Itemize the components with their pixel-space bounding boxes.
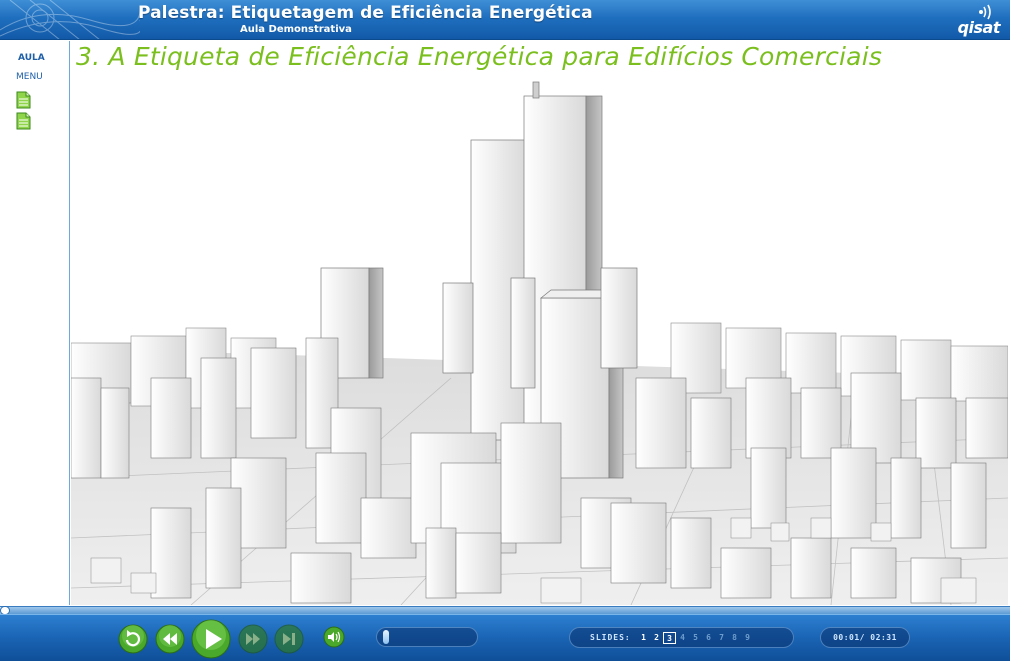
skip-to-end-button[interactable]	[274, 624, 304, 654]
time-display: 00:01/ 02:31	[820, 627, 910, 648]
slide-number-7[interactable]: 7	[715, 632, 728, 644]
slide-number-5[interactable]: 5	[689, 632, 702, 644]
rewind-button[interactable]	[155, 624, 185, 654]
player-controls-bar: SLIDES: 123456789 00:01/ 02:31	[0, 614, 1010, 661]
fast-forward-icon	[238, 624, 268, 654]
volume-icon	[323, 626, 345, 648]
document-icon	[16, 91, 31, 109]
slide-number-3[interactable]: 3	[663, 632, 676, 644]
volume-slider[interactable]	[376, 627, 478, 647]
slide-number-8[interactable]: 8	[728, 632, 741, 644]
volume-knob[interactable]	[382, 630, 389, 644]
skip-end-icon	[274, 624, 304, 654]
app-title: Palestra: Etiquetagem de Eficiência Ener…	[138, 3, 593, 23]
logo-text: qisat	[957, 18, 1001, 37]
play-button[interactable]	[191, 619, 231, 659]
slide-number-2[interactable]: 2	[650, 632, 663, 644]
document-icon	[16, 112, 31, 130]
sidebar-item-document-2[interactable]	[16, 112, 31, 130]
qisat-logo: qisat	[940, 3, 1001, 37]
playback-progress-bar[interactable]	[0, 606, 1010, 615]
city-skyline-image	[71, 81, 1008, 605]
app-header: Palestra: Etiquetagem de Eficiência Ener…	[0, 0, 1010, 40]
fast-forward-button[interactable]	[238, 624, 268, 654]
play-icon	[191, 619, 231, 659]
slide-number-9[interactable]: 9	[741, 632, 754, 644]
sidebar-item-document-1[interactable]	[16, 91, 31, 109]
slide-number-1[interactable]: 1	[637, 632, 650, 644]
sidebar: AULA MENU	[0, 41, 70, 605]
sidebar-aula-label[interactable]: AULA	[18, 53, 45, 63]
app-subtitle: Aula Demonstrativa	[240, 24, 352, 35]
header-decoration	[0, 0, 140, 39]
rewind-icon	[155, 624, 185, 654]
slide-title: 3. A Etiqueta de Eficiência Energética p…	[76, 42, 883, 71]
slides-navigator: SLIDES: 123456789	[569, 627, 794, 648]
replay-icon	[118, 624, 148, 654]
sidebar-menu-label[interactable]: MENU	[16, 72, 43, 82]
slide-number-6[interactable]: 6	[702, 632, 715, 644]
volume-button[interactable]	[323, 626, 345, 648]
slide-number-4[interactable]: 4	[676, 632, 689, 644]
slides-label: SLIDES:	[590, 633, 631, 642]
slide-number-list: 123456789	[637, 632, 754, 644]
replay-button[interactable]	[118, 624, 148, 654]
